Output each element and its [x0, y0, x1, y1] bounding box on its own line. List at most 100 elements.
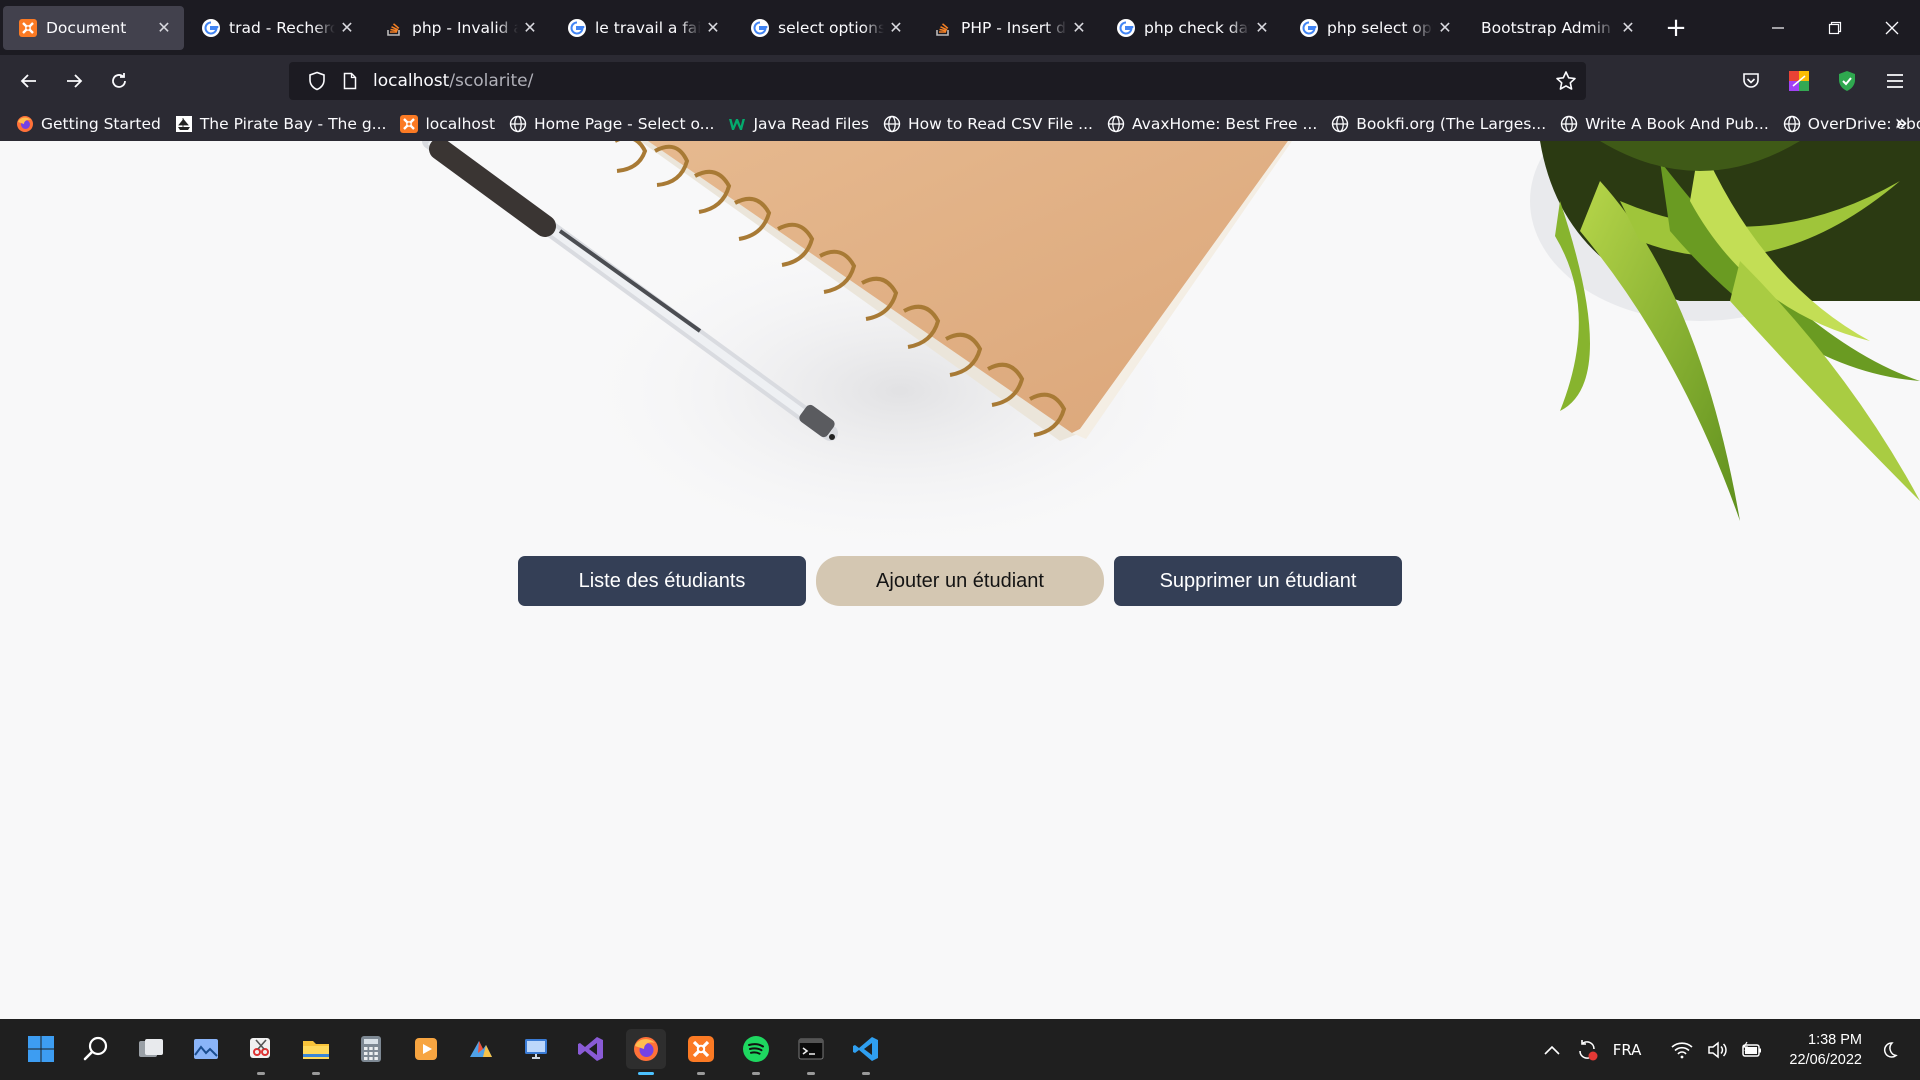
tab-title: Bootstrap Admin Theme: [1481, 18, 1616, 37]
volume-icon[interactable]: [1707, 1040, 1728, 1059]
close-icon[interactable]: ✕: [886, 18, 906, 38]
bookmark-java-read-files[interactable]: Java Read Files: [728, 115, 869, 133]
bookmark-label: Write A Book And Pub...: [1585, 115, 1769, 133]
paint-icon[interactable]: [461, 1029, 501, 1069]
chevron-double-right-icon[interactable]: »: [1895, 111, 1908, 136]
bookmark-pirate-bay[interactable]: The Pirate Bay - The g...: [175, 115, 387, 133]
vscode-icon[interactable]: [846, 1029, 886, 1075]
back-arrow-icon[interactable]: [10, 62, 48, 100]
globe-icon: [1783, 115, 1801, 133]
bookmark-write-a-book[interactable]: Write A Book And Pub...: [1560, 115, 1769, 133]
clock-time: 1:38 PM: [1808, 1031, 1862, 1048]
tab-insert-date[interactable]: PHP - Insert date ✕: [918, 6, 1099, 50]
minimize-icon[interactable]: [1749, 0, 1806, 55]
xampp-icon[interactable]: [681, 1029, 721, 1075]
google-icon: [202, 18, 220, 37]
bookmark-avaxhome[interactable]: AvaxHome: Best Free ...: [1107, 115, 1317, 133]
spotify-icon[interactable]: [736, 1029, 776, 1075]
google-icon: [1117, 18, 1135, 37]
firefox-icon: [16, 115, 34, 133]
start-icon[interactable]: [21, 1029, 61, 1069]
focus-assist-icon[interactable]: [1880, 1041, 1898, 1059]
close-window-icon[interactable]: [1863, 0, 1920, 55]
chevron-up-icon[interactable]: [1543, 1044, 1561, 1056]
calculator-icon[interactable]: [351, 1029, 391, 1069]
tab-travail[interactable]: le travail a faire - Recherche ✕: [552, 6, 733, 50]
close-icon[interactable]: ✕: [1252, 18, 1272, 38]
navigation-toolbar: localhost/scolarite/: [0, 55, 1920, 107]
tab-php-invalid[interactable]: php - Invalid argument ✕: [369, 6, 550, 50]
bookmark-label: Bookfi.org (The Larges...: [1356, 115, 1547, 133]
globe-icon: [1560, 115, 1578, 133]
language-indicator[interactable]: FRA: [1613, 1041, 1642, 1059]
google-icon: [568, 18, 586, 37]
list-students-button[interactable]: Liste des étudiants: [518, 556, 806, 606]
remote-desktop-icon[interactable]: [516, 1029, 556, 1069]
close-icon[interactable]: ✕: [703, 18, 723, 38]
tab-document[interactable]: Document ✕: [3, 5, 184, 50]
xampp-icon: [400, 115, 419, 133]
globe-icon: [1107, 115, 1125, 133]
delete-student-button[interactable]: Supprimer un étudiant: [1114, 556, 1402, 606]
pocket-icon[interactable]: [1740, 70, 1762, 92]
bookmark-getting-started[interactable]: Getting Started: [16, 115, 161, 133]
tracking-protection-shield-icon[interactable]: [299, 71, 335, 91]
file-explorer-icon[interactable]: [296, 1029, 336, 1075]
add-student-button[interactable]: Ajouter un étudiant: [816, 556, 1104, 606]
running-indicator: [638, 1072, 654, 1075]
close-icon[interactable]: ✕: [1069, 18, 1089, 38]
firefox-icon[interactable]: [626, 1029, 666, 1075]
reload-icon[interactable]: [100, 62, 138, 100]
media-player-icon[interactable]: [406, 1029, 446, 1069]
running-indicator: [697, 1072, 705, 1075]
toolbar-extensions: [1740, 55, 1906, 107]
close-icon[interactable]: ✕: [520, 18, 540, 38]
tab-select-options[interactable]: select options html ✕: [735, 6, 916, 50]
google-icon: [751, 18, 769, 37]
bookmark-label: The Pirate Bay - The g...: [199, 115, 387, 133]
terminal-icon[interactable]: [791, 1029, 831, 1075]
snipping-tool-icon[interactable]: [241, 1029, 281, 1075]
bookmark-bookfi[interactable]: Bookfi.org (The Larges...: [1331, 115, 1546, 133]
close-icon[interactable]: ✕: [1618, 18, 1638, 38]
close-icon[interactable]: ✕: [154, 18, 174, 38]
tab-title: PHP - Insert date: [961, 18, 1067, 37]
close-icon[interactable]: ✕: [1435, 18, 1455, 38]
sync-alert-icon[interactable]: [1575, 1038, 1599, 1062]
pirate-ship-icon: [175, 115, 193, 133]
tab-title: Document: [46, 18, 127, 37]
wifi-icon[interactable]: [1671, 1041, 1693, 1059]
tab-bootstrap[interactable]: Bootstrap Admin Theme ✕: [1467, 6, 1648, 50]
bookmarks-toolbar: Getting Started The Pirate Bay - The g..…: [0, 107, 1920, 141]
search-icon[interactable]: [76, 1029, 116, 1069]
bookmark-star-icon[interactable]: [1554, 69, 1578, 93]
battery-charging-icon[interactable]: [1741, 1041, 1763, 1059]
tab-check-date[interactable]: php check date google ✕: [1101, 6, 1282, 50]
task-view-icon[interactable]: [131, 1029, 171, 1069]
tab-select-option[interactable]: php select option ✕: [1284, 6, 1465, 50]
bookmark-home-page[interactable]: Home Page - Select o...: [509, 115, 714, 133]
clock[interactable]: 1:38 PM 22/06/2022: [1789, 1030, 1862, 1070]
photos-icon[interactable]: [186, 1029, 226, 1069]
tab-title: php - Invalid argument: [412, 18, 518, 37]
plant-illustration: [1530, 141, 1920, 521]
new-tab-button[interactable]: +: [1656, 8, 1696, 48]
url-text[interactable]: localhost/scolarite/: [373, 71, 533, 91]
tab-bar: Document ✕ trad - Recherche Google ✕ php…: [0, 0, 1920, 55]
close-icon[interactable]: ✕: [337, 18, 357, 38]
tab-trad[interactable]: trad - Recherche Google ✕: [186, 6, 367, 50]
color-extension-icon[interactable]: [1788, 70, 1810, 92]
bookmark-localhost[interactable]: localhost: [400, 115, 495, 133]
shield-check-extension-icon[interactable]: [1836, 70, 1858, 92]
menu-hamburger-icon[interactable]: [1884, 70, 1906, 92]
hero-background-image: [422, 141, 1920, 561]
page-info-icon[interactable]: [335, 72, 365, 90]
running-indicator: [312, 1072, 320, 1075]
bookmark-read-csv[interactable]: How to Read CSV File ...: [883, 115, 1093, 133]
restore-icon[interactable]: [1806, 0, 1863, 55]
screen: Document ✕ trad - Recherche Google ✕ php…: [0, 0, 1920, 1080]
google-icon: [1300, 18, 1318, 37]
address-bar[interactable]: localhost/scolarite/: [289, 62, 1586, 100]
forward-arrow-icon[interactable]: [55, 62, 93, 100]
visual-studio-icon[interactable]: [571, 1029, 611, 1069]
